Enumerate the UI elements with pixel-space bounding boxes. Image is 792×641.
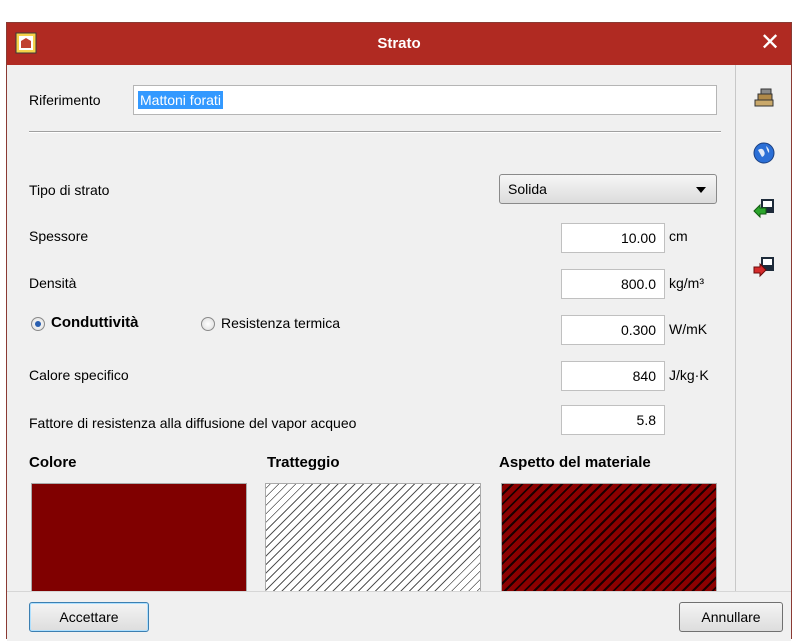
calore-label: Calore specifico	[29, 367, 129, 383]
conduttivita-label[interactable]: Conduttività	[51, 314, 139, 331]
fattore-label: Fattore di resistenza alla diffusione de…	[29, 415, 357, 431]
calore-unit: J/kg·K	[669, 367, 709, 383]
separator	[29, 131, 721, 133]
cancel-button[interactable]: Annullare	[679, 602, 783, 632]
form-area: Riferimento Mattoni forati Tipo di strat…	[7, 65, 735, 597]
fattore-input[interactable]: 5.8	[561, 405, 665, 435]
conduttivita-input[interactable]: 0.300	[561, 315, 665, 345]
window-title: Strato	[377, 35, 421, 52]
aspetto-label: Aspetto del materiale	[499, 454, 651, 471]
resistenza-label[interactable]: Resistenza termica	[221, 315, 340, 331]
globe-icon[interactable]	[752, 141, 776, 165]
accept-button[interactable]: Accettare	[29, 602, 149, 632]
spessore-input[interactable]: 10.00	[561, 223, 665, 253]
spessore-label: Spessore	[29, 228, 89, 244]
sidebar-toolbar	[735, 65, 792, 591]
densita-input[interactable]: 800.0	[561, 269, 665, 299]
color-swatch[interactable]	[31, 483, 247, 597]
colore-label: Colore	[29, 454, 77, 471]
tratteggio-label: Tratteggio	[267, 454, 340, 471]
densita-unit: kg/m³	[669, 275, 704, 291]
export-icon[interactable]	[752, 255, 776, 279]
title-bar: Strato ✕	[7, 23, 791, 65]
calore-input[interactable]: 840	[561, 361, 665, 391]
dialog-window: Strato ✕ Riferimento Mattoni forati Tipo…	[6, 22, 792, 641]
button-bar: Accettare Annullare	[7, 591, 791, 641]
riferimento-value: Mattoni forati	[138, 91, 223, 109]
spessore-unit: cm	[669, 228, 688, 244]
import-icon[interactable]	[752, 197, 776, 221]
tipo-strato-value: Solida	[508, 181, 547, 197]
riferimento-input[interactable]: Mattoni forati	[133, 85, 717, 115]
chevron-down-icon	[696, 187, 706, 193]
tipo-strato-select[interactable]: Solida	[499, 174, 717, 204]
riferimento-label: Riferimento	[29, 92, 101, 108]
close-button[interactable]: ✕	[749, 23, 791, 65]
materials-icon[interactable]	[752, 87, 776, 111]
resistenza-radio[interactable]	[201, 317, 215, 331]
tipo-strato-label: Tipo di strato	[29, 182, 110, 198]
hatch-swatch[interactable]	[265, 483, 481, 597]
densita-label: Densità	[29, 275, 77, 291]
conduttivita-unit: W/mK	[669, 321, 708, 337]
conduttivita-radio[interactable]	[31, 317, 45, 331]
material-appearance-swatch[interactable]	[501, 483, 717, 597]
